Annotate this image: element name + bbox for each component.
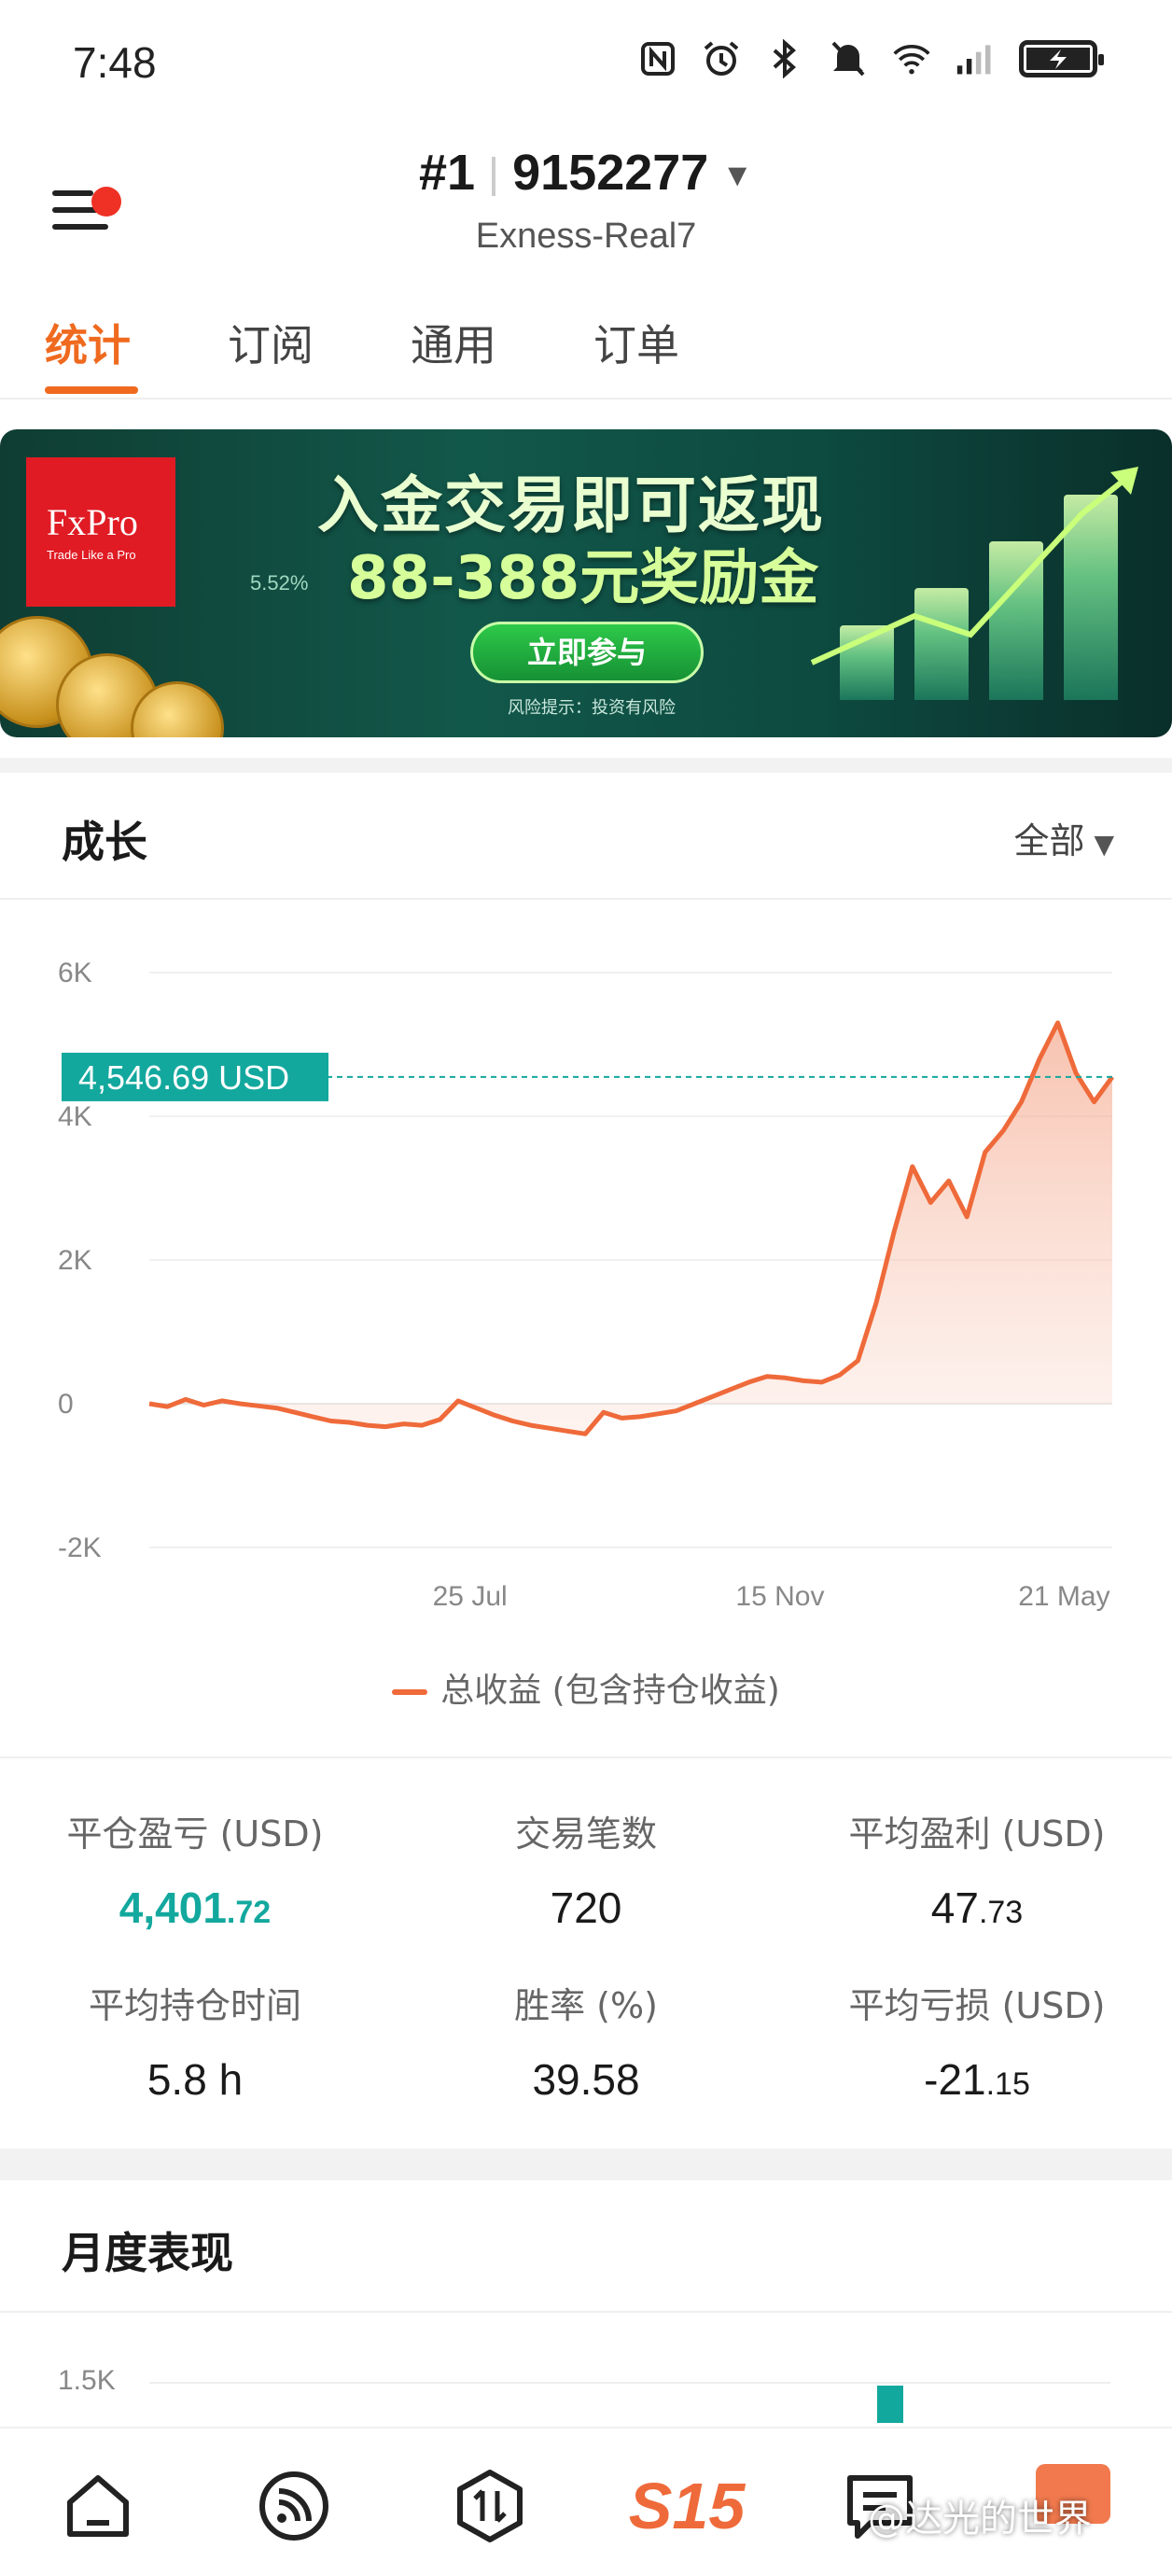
stat-win-rate: 胜率 (%) 39.58: [391, 1977, 781, 2105]
growth-title: 成长: [62, 817, 147, 867]
stat-dec: .15: [985, 2066, 1030, 2102]
filter-value: 全部: [1013, 820, 1085, 861]
stat-trade-count: 交易笔数 720: [391, 1805, 781, 1933]
divider: [0, 2311, 1172, 2313]
stat-value: 47.73: [782, 1883, 1172, 1933]
watermark: @达光的世界: [868, 2498, 1092, 2541]
legend-swatch: [392, 1689, 428, 1695]
stat-label: 平仓盈亏 (USD): [66, 1813, 324, 1855]
monthly-y-tick: 1.5K: [58, 2365, 116, 2396]
stat-avg-profit: 平均盈利 (USD) 47.73: [782, 1805, 1172, 1933]
gridline: [149, 2382, 1110, 2384]
nfc-icon: [638, 39, 677, 78]
stat-label: 平均盈利 (USD): [848, 1813, 1106, 1855]
trade-icon[interactable]: [448, 2464, 532, 2548]
x-tick-label: 25 Jul: [433, 1581, 508, 1612]
stat-avg-holding-time: 平均持仓时间 5.8 h: [0, 1977, 390, 2105]
growth-chart[interactable]: 6K 4K 2K 0 -2K 25 Jul 15 Nov 21 May 4,546.69 USD: [0, 915, 1172, 1643]
stat-avg-loss: 平均亏损 (USD) -21.15: [782, 1977, 1172, 2105]
monthly-bar: [877, 2386, 903, 2423]
stat-int: 39.58: [532, 2055, 640, 2104]
fxpro-logo: FxPro Trade Like a Pro: [26, 457, 175, 607]
stat-int: 47: [930, 1883, 979, 1932]
join-now-button[interactable]: 立即参与: [470, 622, 704, 683]
alarm-icon: [702, 39, 741, 78]
bluetooth-icon: [765, 39, 804, 78]
legend-label: 总收益 (包含持仓收益): [440, 1672, 780, 1710]
battery-charging-icon: [1019, 40, 1104, 77]
y-tick-label: -2K: [58, 1533, 102, 1563]
active-tab-indicator: [45, 386, 138, 394]
stat-closed-pnl: 平仓盈亏 (USD) 4,401.72: [0, 1805, 390, 1933]
status-icons: [638, 39, 1104, 78]
logo-tagline: Trade Like a Pro: [47, 548, 136, 562]
feed-icon[interactable]: [252, 2464, 336, 2548]
stat-label: 平均亏损 (USD): [848, 1985, 1106, 2026]
divider: [492, 156, 496, 196]
stat-label: 平均持仓时间: [88, 1985, 301, 2026]
y-tick-label: 2K: [58, 1245, 92, 1276]
account-selector[interactable]: #1 9152277 ▼: [0, 144, 1172, 202]
chart-legend[interactable]: 总收益 (包含持仓收益): [0, 1663, 1172, 1712]
growth-arrow-icon: [810, 467, 1138, 665]
account-header: #1 9152277 ▼ Exness-Real7: [0, 140, 1172, 271]
wifi-icon: [892, 39, 931, 78]
account-prefix: #1: [419, 145, 476, 201]
divider: [0, 898, 1172, 900]
tab-subscriptions[interactable]: 订阅: [228, 312, 314, 373]
stat-int: 5.8 h: [146, 2055, 244, 2104]
stat-value: 5.8 h: [0, 2054, 390, 2105]
tab-bar: 统计 订阅 通用 订单: [0, 299, 1172, 399]
tab-general[interactable]: 通用: [411, 312, 496, 373]
stat-label: 胜率 (%): [514, 1985, 658, 2026]
growth-filter-dropdown[interactable]: 全部 ▼: [1013, 812, 1114, 863]
caret-down-icon: ▼: [721, 158, 753, 194]
promo-banner[interactable]: FxPro Trade Like a Pro 5.52% 入金交易即可返现 88…: [0, 429, 1172, 737]
stat-dec: .73: [978, 1895, 1024, 1930]
section-gap: [0, 758, 1172, 773]
stat-label: 交易笔数: [514, 1813, 657, 1855]
section-gap: [0, 2149, 1172, 2180]
stat-value: 39.58: [391, 2054, 781, 2105]
logo-text: FxPro: [47, 501, 138, 543]
stat-value: 4,401.72: [0, 1883, 390, 1933]
status-bar: 7:48: [0, 0, 1172, 131]
y-tick-label: 4K: [58, 1101, 92, 1132]
mute-icon: [829, 39, 868, 78]
s15-logo[interactable]: S15: [628, 2464, 746, 2548]
clock: 7:48: [73, 38, 157, 87]
banner-subline: 88-388元奖励金: [347, 544, 819, 613]
stat-int: 4,401: [119, 1883, 227, 1932]
risk-note: 风险提示：投资有风险: [508, 698, 676, 718]
tab-orders[interactable]: 订单: [593, 312, 679, 373]
account-server: Exness-Real7: [475, 217, 697, 256]
stat-dec: .72: [226, 1895, 272, 1930]
x-tick-label: 15 Nov: [735, 1581, 824, 1612]
monthly-title: 月度表现: [62, 2228, 233, 2278]
stat-value: 720: [391, 1883, 781, 1933]
y-tick-label: 0: [58, 1389, 74, 1420]
home-icon[interactable]: [56, 2464, 140, 2548]
stat-int: 720: [550, 1883, 622, 1932]
account-number: 9152277: [512, 145, 709, 201]
x-tick-label: 21 May: [1018, 1581, 1109, 1612]
signal-icon: [956, 39, 995, 78]
y-tick-label: 6K: [58, 958, 92, 988]
stat-value: -21.15: [782, 2054, 1172, 2105]
tab-statistics[interactable]: 统计: [45, 312, 131, 373]
caret-down-icon: ▼: [1094, 829, 1114, 860]
banner-percent: 5.52%: [250, 571, 309, 595]
divider: [0, 1757, 1172, 1758]
s15-label: S15: [628, 2470, 746, 2542]
stat-int: -21: [924, 2055, 986, 2104]
current-value-label: 4,546.69 USD: [78, 1058, 289, 1097]
